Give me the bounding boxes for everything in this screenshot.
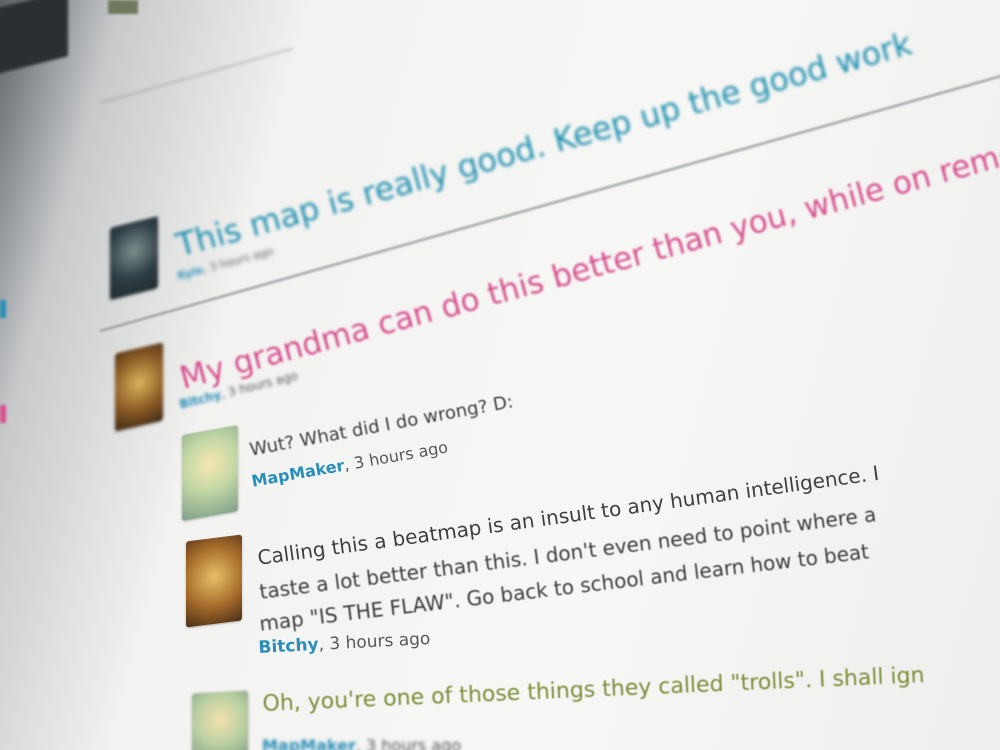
timestamp: , 3 hours ago bbox=[318, 628, 431, 655]
avatar[interactable] bbox=[115, 342, 163, 432]
avatar[interactable] bbox=[192, 690, 248, 750]
author-link[interactable]: MapMaker bbox=[250, 456, 346, 491]
comment-text: My grandma can do this better than you, … bbox=[176, 134, 1000, 397]
sidebar bbox=[0, 0, 95, 750]
sidebar-accent-blue bbox=[0, 300, 6, 318]
sidebar-accent-pink bbox=[0, 405, 6, 423]
comment-meta: MapMaker, 3 hours ago bbox=[262, 736, 461, 750]
avatar[interactable] bbox=[110, 216, 158, 300]
author-link[interactable]: MapMaker bbox=[262, 736, 356, 750]
comment-meta: Bitchy, 3 hours ago bbox=[258, 629, 431, 658]
site-logo bbox=[0, 0, 68, 76]
comment-divider bbox=[100, 47, 293, 104]
comment-text: Oh, you're one of those things they call… bbox=[262, 663, 926, 717]
top-thumbnail bbox=[108, 0, 138, 14]
timestamp: , 3 hours ago bbox=[355, 736, 462, 750]
avatar[interactable] bbox=[182, 425, 238, 521]
avatar[interactable] bbox=[186, 534, 242, 628]
author-link[interactable]: Kyle bbox=[176, 263, 205, 282]
screen: This map is really good. Keep up the goo… bbox=[0, 0, 1000, 750]
timestamp: , 3 hours ago bbox=[342, 437, 450, 475]
author-link[interactable]: Bitchy bbox=[258, 635, 319, 658]
